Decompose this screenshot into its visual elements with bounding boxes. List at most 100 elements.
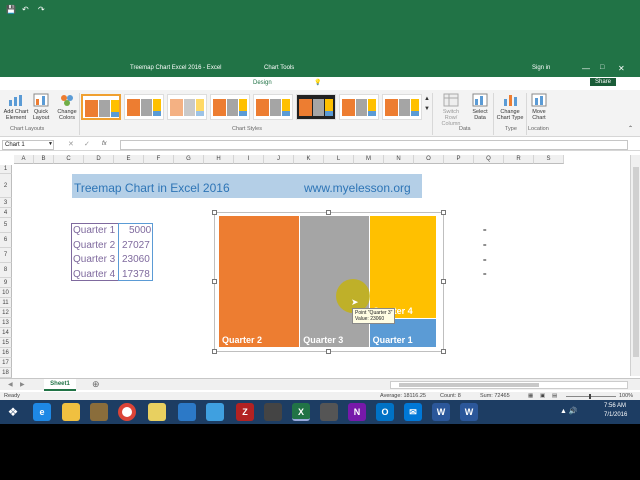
- chart-style-6[interactable]: [296, 94, 336, 120]
- excel-taskbar-icon[interactable]: X: [292, 403, 310, 421]
- column-header-h[interactable]: H: [204, 155, 234, 164]
- undo-icon[interactable]: ↶: [22, 5, 29, 14]
- resize-handle-nw[interactable]: [212, 210, 217, 215]
- column-header-j[interactable]: J: [264, 155, 294, 164]
- edge-icon[interactable]: e: [33, 403, 51, 421]
- row-header-13[interactable]: 13: [0, 318, 12, 328]
- start-button-icon[interactable]: ❖: [4, 403, 22, 421]
- chrome-icon[interactable]: [118, 403, 136, 421]
- tab-page-layout[interactable]: Page Layout: [90, 79, 124, 85]
- add-sheet-icon[interactable]: ⊕: [92, 379, 100, 390]
- column-header-f[interactable]: F: [144, 155, 174, 164]
- close-button[interactable]: ✕: [618, 64, 625, 73]
- cancel-icon[interactable]: ✕: [68, 140, 74, 148]
- tab-file[interactable]: File: [9, 79, 19, 85]
- row-header-2[interactable]: 2: [0, 174, 12, 198]
- tab-data[interactable]: Data: [171, 79, 184, 85]
- row-header-16[interactable]: 16: [0, 348, 12, 358]
- resize-handle-n[interactable]: [326, 210, 331, 215]
- add-chart-element-button[interactable]: Add Chart Element: [2, 93, 30, 121]
- tab-review[interactable]: Review: [196, 79, 216, 85]
- table-value-q2[interactable]: 27027: [122, 240, 150, 251]
- resize-handle-se[interactable]: [441, 349, 446, 354]
- insert-function-icon[interactable]: fx: [102, 141, 107, 147]
- column-header-g[interactable]: G: [174, 155, 204, 164]
- column-header-d[interactable]: D: [84, 155, 114, 164]
- taskbar-app-icon[interactable]: [178, 403, 196, 421]
- horizontal-scroll-thumb[interactable]: [399, 383, 539, 387]
- resize-handle-sw[interactable]: [212, 349, 217, 354]
- row-header-17[interactable]: 17: [0, 358, 12, 368]
- column-header-b[interactable]: B: [34, 155, 54, 164]
- tab-format[interactable]: Format: [284, 79, 303, 85]
- column-header-o[interactable]: O: [414, 155, 444, 164]
- tab-formulas[interactable]: Formulas: [134, 79, 159, 85]
- column-header-n[interactable]: N: [384, 155, 414, 164]
- row-header-14[interactable]: 14: [0, 328, 12, 338]
- page-layout-view-icon[interactable]: ▣: [540, 393, 545, 399]
- column-header-q[interactable]: Q: [474, 155, 504, 164]
- sheet-tab-sheet1[interactable]: Sheet1: [44, 379, 76, 391]
- row-header-4[interactable]: 4: [0, 208, 12, 218]
- folder-icon[interactable]: [148, 403, 166, 421]
- change-colors-button[interactable]: Change Colors: [55, 93, 79, 121]
- table-value-q1[interactable]: 5000: [129, 225, 151, 236]
- chart-style-4[interactable]: [210, 94, 250, 120]
- resize-handle-e[interactable]: [441, 279, 446, 284]
- normal-view-icon[interactable]: ▦: [528, 393, 533, 399]
- clock-time[interactable]: 7:56 AM: [604, 403, 626, 409]
- table-value-q4[interactable]: 17378: [122, 269, 150, 280]
- name-box[interactable]: Chart 1: [2, 140, 54, 150]
- row-header-11[interactable]: 11: [0, 298, 12, 308]
- table-label-q2[interactable]: Quarter 2: [73, 240, 115, 251]
- row-header-1[interactable]: 1: [0, 165, 12, 174]
- resize-handle-s[interactable]: [326, 349, 331, 354]
- column-header-e[interactable]: E: [114, 155, 144, 164]
- column-header-r[interactable]: R: [504, 155, 534, 164]
- media-icon[interactable]: [264, 403, 282, 421]
- row-header-15[interactable]: 15: [0, 338, 12, 348]
- table-label-q1[interactable]: Quarter 1: [73, 225, 115, 236]
- filezilla-icon[interactable]: Z: [236, 403, 254, 421]
- move-chart-button[interactable]: Move Chart: [528, 93, 550, 121]
- row-header-3[interactable]: 3: [0, 198, 12, 208]
- mail-icon[interactable]: ✉: [404, 403, 422, 421]
- zoom-slider-thumb[interactable]: [589, 394, 591, 399]
- resize-handle-w[interactable]: [212, 279, 217, 284]
- chart-style-8[interactable]: [382, 94, 422, 120]
- tab-insert[interactable]: Insert: [63, 79, 78, 85]
- chart-style-5[interactable]: [253, 94, 293, 120]
- vertical-scrollbar[interactable]: [630, 155, 640, 376]
- quick-layout-button[interactable]: Quick Layout: [30, 93, 52, 121]
- table-value-q3[interactable]: 23060: [122, 254, 150, 265]
- row-header-12[interactable]: 12: [0, 308, 12, 318]
- chart-style-1[interactable]: [81, 94, 121, 120]
- zoom-level[interactable]: 100%: [619, 393, 633, 399]
- scroll-left-icon[interactable]: ◀: [8, 381, 13, 388]
- name-box-dropdown-icon[interactable]: ▼: [48, 141, 53, 147]
- column-header-c[interactable]: C: [54, 155, 84, 164]
- table-label-q3[interactable]: Quarter 3: [73, 254, 115, 265]
- tab-home[interactable]: Home: [34, 79, 50, 85]
- share-button[interactable]: Share: [590, 78, 617, 86]
- system-tray-icons[interactable]: ▲ 🔊: [560, 407, 578, 415]
- file-explorer-icon[interactable]: [62, 403, 80, 421]
- resize-handle-ne[interactable]: [441, 210, 446, 215]
- formula-input[interactable]: [120, 140, 628, 150]
- column-header-m[interactable]: M: [354, 155, 384, 164]
- table-label-q4[interactable]: Quarter 4: [73, 269, 115, 280]
- row-header-8[interactable]: 8: [0, 263, 12, 278]
- zoom-slider[interactable]: [566, 396, 616, 397]
- save-icon[interactable]: 💾: [6, 5, 16, 14]
- horizontal-scrollbar[interactable]: [390, 381, 628, 389]
- row-header-5[interactable]: 5: [0, 218, 12, 233]
- chart-style-3[interactable]: [167, 94, 207, 120]
- redo-icon[interactable]: ↷: [38, 5, 45, 14]
- enter-icon[interactable]: ✓: [84, 140, 90, 148]
- taskbar-app-icon[interactable]: [320, 403, 338, 421]
- page-break-view-icon[interactable]: ▤: [552, 393, 557, 399]
- chart-style-2[interactable]: [124, 94, 164, 120]
- collapse-ribbon-icon[interactable]: ⌃: [628, 126, 633, 132]
- styles-scroll-down-icon[interactable]: ▼: [424, 106, 430, 112]
- switch-row-column-button[interactable]: Switch Row/ Column: [436, 93, 466, 127]
